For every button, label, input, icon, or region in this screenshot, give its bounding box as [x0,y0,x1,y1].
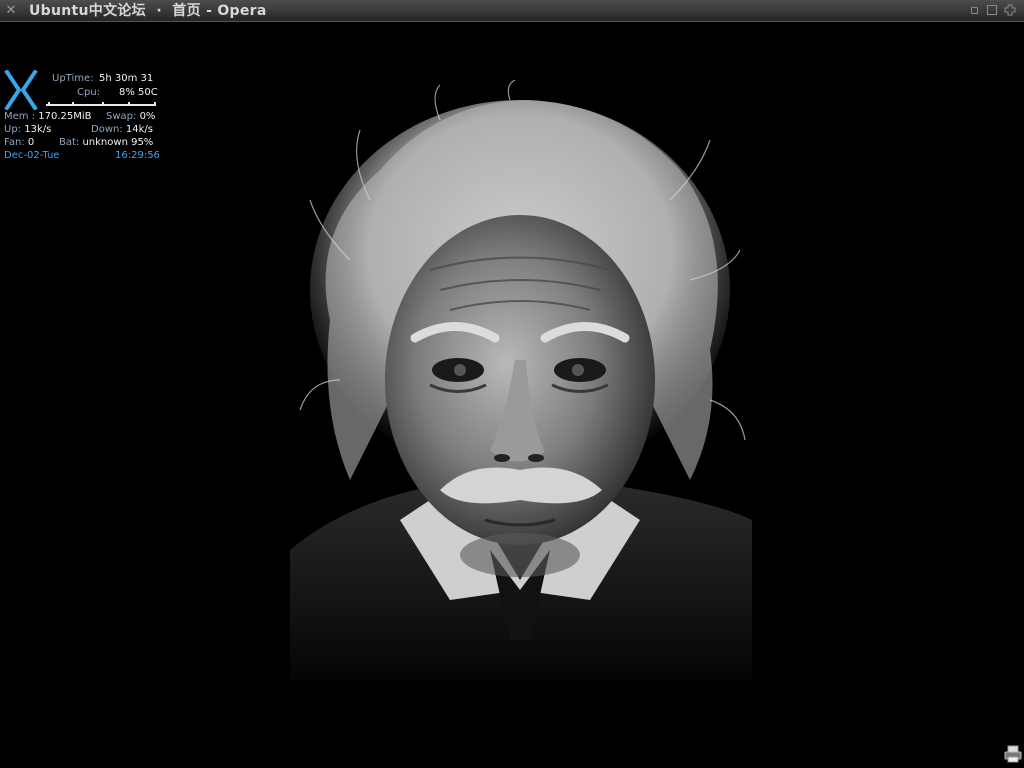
download-label: Down: [91,124,123,135]
swap-value: 0% [139,111,156,122]
mem-value: 170.25MiB [38,111,92,122]
fan-label: Fan: [4,137,25,148]
window-titlebar[interactable]: ✕ Ubuntu中文论坛 · 首页 - Opera [0,0,1024,22]
swap-label: Swap: [106,111,137,122]
window-menu-icon[interactable]: ✕ [4,4,18,18]
cpu-graph [46,104,156,106]
cpu-label: Cpu: [77,87,101,98]
battery-value: unknown 95% [82,137,154,148]
portrait-wallpaper [290,80,752,680]
window-title: Ubuntu中文论坛 · 首页 - Opera [29,3,267,19]
close-button[interactable] [1004,4,1016,16]
close-icon [1004,4,1016,16]
uptime-label: UpTime: [52,73,94,84]
fan-value: 0 [27,137,35,148]
uptime-value: 5h 30m 31 [99,73,154,84]
battery-label: Bat: [59,137,80,148]
upload-label: Up: [4,124,22,135]
x-logo-icon [4,70,38,110]
download-value: 14k/s [125,124,154,135]
upload-value: 13k/s [24,124,52,135]
cpu-value: 8% 50C [119,87,158,98]
mem-label: Mem : [4,111,36,122]
minimize-button[interactable] [971,7,978,14]
date-text: Dec-02-Tue [4,150,60,161]
clock-text: 16:29:56 [115,150,160,161]
printer-icon[interactable] [1004,745,1022,763]
maximize-button[interactable] [987,5,997,15]
